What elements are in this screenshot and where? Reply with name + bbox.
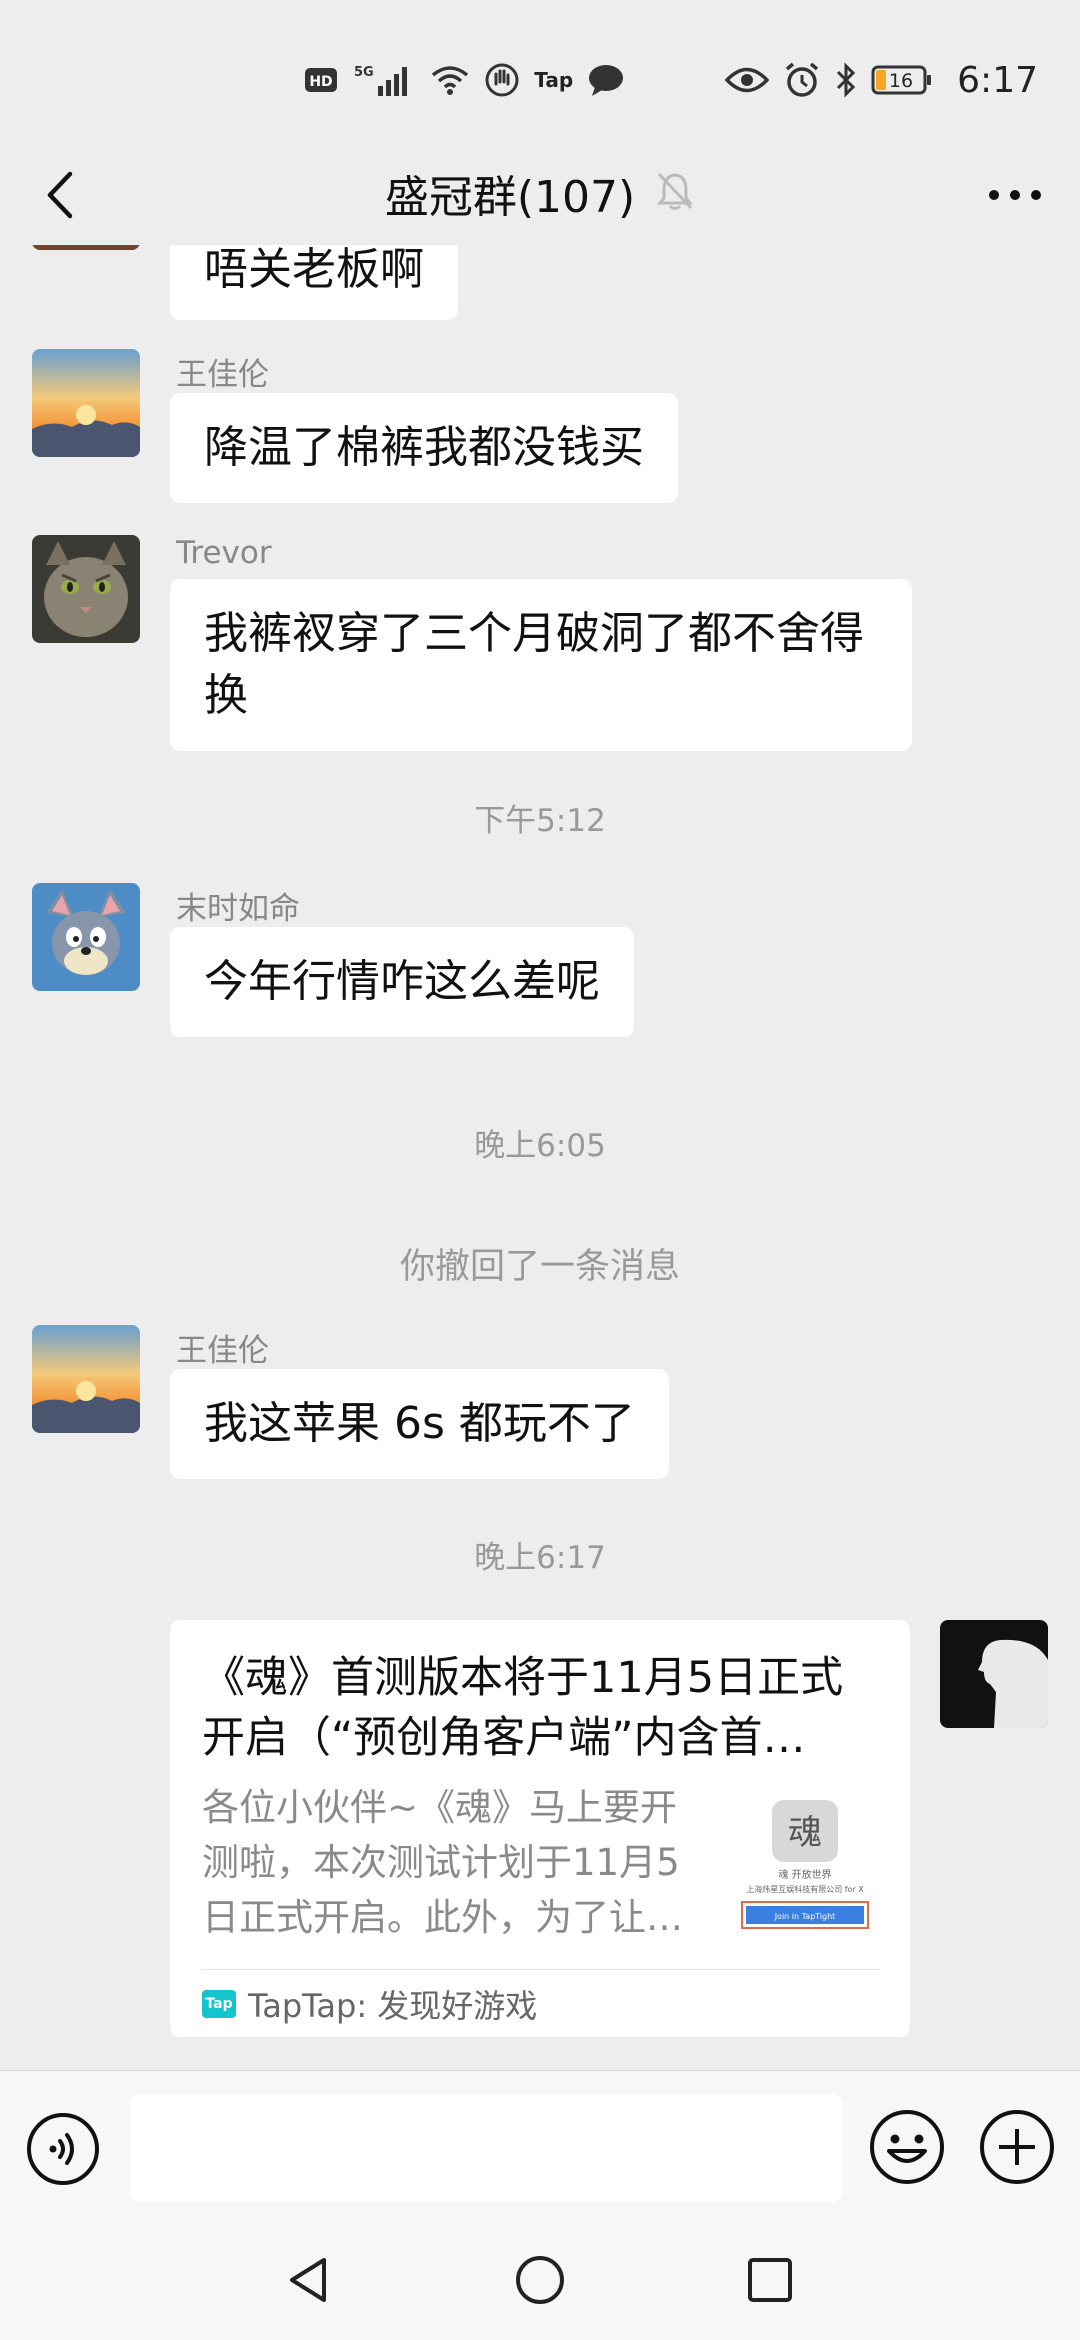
group-title: 盛冠群(107) [384, 171, 636, 223]
message-bubble[interactable]: 今年行情咋这么差呢 [170, 927, 634, 1037]
taptap-status-icon: Tap [534, 68, 574, 92]
plus-circle-icon [980, 2110, 1054, 2184]
emoji-button[interactable] [867, 2107, 947, 2187]
message-text: 唔关老板啊 [204, 245, 424, 295]
message-input[interactable] [130, 2094, 842, 2202]
svg-text:Join in TapTight: Join in TapTight [774, 1912, 836, 1921]
nav-recents-button[interactable] [740, 2250, 800, 2310]
wifi-icon [430, 63, 470, 97]
nav-home-button[interactable] [510, 2250, 570, 2310]
status-icons-right: 16 6:17 [725, 60, 1038, 101]
hd-icon: HD [304, 65, 338, 95]
status-icons-left: HD 5G Tap [304, 62, 625, 98]
avatar[interactable] [32, 245, 140, 250]
card-source-label: TapTap: 发现好游戏 [248, 1986, 538, 2025]
message-list[interactable]: 唔关老板啊 王佳伦 降温了棉裤我都没钱买 Trevor 我裤衩穿了三个月破洞了都… [0, 245, 1080, 2070]
voice-icon [27, 2113, 99, 2185]
circle-home-icon [516, 2256, 564, 2304]
message-bubble[interactable]: 唔关老板啊 [170, 245, 458, 320]
more-functions-button[interactable] [977, 2107, 1057, 2187]
message-text: 我这苹果 6s 都玩不了 [204, 1398, 635, 1449]
sender-name: Trevor [176, 535, 272, 571]
message-bubble[interactable]: 我裤衩穿了三个月破洞了都不舍得换 [170, 579, 912, 751]
avatar[interactable] [32, 349, 140, 457]
back-button[interactable] [30, 165, 90, 225]
sender-name: 王佳伦 [176, 357, 269, 393]
clock: 6:17 [957, 59, 1038, 101]
chevron-left-icon [47, 171, 73, 219]
avatar[interactable] [32, 1325, 140, 1433]
timestamp-divider: 晚上6:17 [474, 1540, 606, 1576]
svg-text:HD: HD [310, 74, 333, 90]
timestamp-divider: 晚上6:05 [474, 1128, 606, 1164]
timestamp-divider: 下午5:12 [474, 803, 606, 839]
card-source: Tap TapTap: 发现好游戏 [202, 1969, 880, 2037]
alarm-icon [783, 61, 821, 99]
own-avatar[interactable] [940, 1620, 1048, 1728]
message-bubble[interactable]: 我这苹果 6s 都玩不了 [170, 1369, 669, 1479]
signal-5g-icon: 5G [352, 62, 416, 98]
card-title: 《魂》首测版本将于11月5日正式开启（“预创角客户端”内含首… [202, 1653, 844, 1763]
square-recents-icon [748, 2258, 792, 2302]
chat-bubble-icon [587, 63, 625, 97]
chat-header: 盛冠群(107) [0, 140, 1080, 245]
avatar[interactable] [32, 883, 140, 991]
card-thumbnail: 魂 魂 开放世界 上海炜星互娱科技有限公司 for X Join in TapT… [730, 1790, 880, 1940]
sender-name: 末时如命 [176, 891, 300, 927]
status-bar: HD 5G Tap 16 6:17 [0, 0, 1080, 150]
muted-bell-icon [655, 170, 695, 216]
emoji-smile-icon [870, 2110, 944, 2184]
battery-icon: 16 [871, 64, 933, 96]
recalled-notice[interactable]: 你撤回了一条消息 [0, 1238, 1080, 1289]
system-navigation-bar [0, 2225, 1080, 2340]
avatar[interactable] [32, 535, 140, 643]
triangle-back-icon [290, 2258, 326, 2302]
svg-text:上海炜星互娱科技有限公司 for X: 上海炜星互娱科技有限公司 for X [746, 1884, 864, 1894]
taptap-logo-icon: Tap [202, 1989, 236, 2018]
message-text: 降温了棉裤我都没钱买 [204, 422, 644, 473]
svg-text:魂: 魂 [788, 1813, 822, 1853]
link-card[interactable]: 《魂》首测版本将于11月5日正式开启（“预创角客户端”内含首… 各位小伙伴~《魂… [170, 1620, 910, 2037]
voice-input-button[interactable] [25, 2111, 101, 2187]
bluetooth-icon [835, 62, 857, 98]
message-bubble[interactable]: 降温了棉裤我都没钱买 [170, 393, 678, 503]
sender-name: 王佳伦 [176, 1333, 269, 1369]
svg-text:魂 开放世界: 魂 开放世界 [778, 1868, 831, 1881]
input-bar [0, 2070, 1080, 2225]
svg-text:16: 16 [889, 70, 913, 92]
nav-back-button[interactable] [280, 2250, 340, 2310]
svg-text:5G: 5G [354, 65, 374, 80]
eye-icon [725, 65, 770, 95]
more-dots-icon [989, 190, 1041, 200]
message-text: 我裤衩穿了三个月破洞了都不舍得换 [204, 608, 864, 721]
message-text: 今年行情咋这么差呢 [204, 956, 600, 1007]
more-options-button[interactable] [980, 165, 1050, 225]
hand-stop-icon [484, 62, 520, 98]
card-description: 各位小伙伴~《魂》马上要开测啦，本次测试计划于11月5日正式开启。此外，为了让… [202, 1786, 683, 1939]
